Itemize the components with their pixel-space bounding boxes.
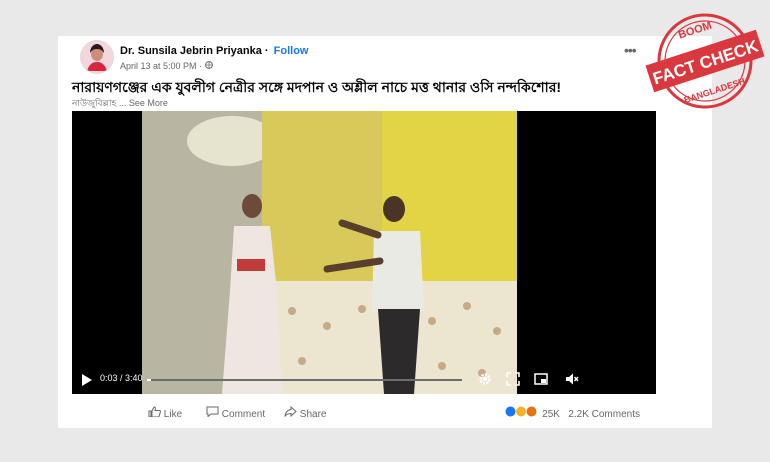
follow-button[interactable]: Follow xyxy=(274,45,309,57)
more-options-icon[interactable]: ••• xyxy=(624,42,637,58)
comment-label: Comment xyxy=(221,409,266,420)
comments-count[interactable]: 2.2K Comments xyxy=(568,409,640,420)
comment-icon xyxy=(206,406,219,418)
stamp-bottom-text: BANGLADESH xyxy=(683,76,746,105)
video-player[interactable]: 0:03 / 3:40 xyxy=(72,111,656,394)
globe-icon xyxy=(204,61,213,71)
dot-separator: · xyxy=(264,45,272,57)
video-progress-fill xyxy=(147,379,152,381)
video-progress[interactable] xyxy=(147,379,462,381)
fact-check-stamp: BOOM FACT CHECK BANGLADESH xyxy=(641,7,769,115)
author-name[interactable]: Dr. Sunsila Jebrin Priyanka xyxy=(120,45,262,57)
post-subtitle: নাউজুবিল্লাহ xyxy=(72,98,117,108)
post-meta: April 13 at 5:00 PM · xyxy=(120,61,213,71)
thumbs-up-icon xyxy=(148,406,161,418)
settings-icon[interactable] xyxy=(478,372,492,391)
video-controls: 0:03 / 3:40 xyxy=(72,366,656,394)
share-icon xyxy=(284,405,297,418)
post-stats: 25K 2.2K Comments xyxy=(505,406,640,420)
stamp-top-text: BOOM xyxy=(677,20,713,42)
play-icon[interactable] xyxy=(82,373,92,391)
fullscreen-icon[interactable] xyxy=(506,372,520,391)
post-timestamp[interactable]: April 13 at 5:00 PM xyxy=(120,61,197,71)
like-label: Like xyxy=(163,409,183,420)
mute-icon[interactable] xyxy=(565,372,579,391)
post-author[interactable]: Dr. Sunsila Jebrin Priyanka · Follow xyxy=(120,45,308,57)
share-label: Share xyxy=(299,409,327,420)
post-text: নাউজুবিল্লাহ ... See More xyxy=(72,96,168,111)
reaction-count[interactable]: 25K xyxy=(542,409,560,420)
share-button[interactable]: Share xyxy=(284,405,327,420)
comment-button[interactable]: Comment xyxy=(206,406,265,420)
reactions-icon[interactable] xyxy=(505,406,542,420)
profile-picture-icon xyxy=(81,41,113,73)
like-button[interactable]: Like xyxy=(148,406,182,420)
avatar[interactable] xyxy=(80,40,114,74)
miniplayer-icon[interactable] xyxy=(534,372,548,391)
video-time: 0:03 / 3:40 xyxy=(100,373,143,383)
see-more-link[interactable]: ... See More xyxy=(119,98,168,108)
action-bar: Like Comment Share 25K 2.2K Comments xyxy=(72,404,640,422)
video-frame xyxy=(142,111,517,394)
